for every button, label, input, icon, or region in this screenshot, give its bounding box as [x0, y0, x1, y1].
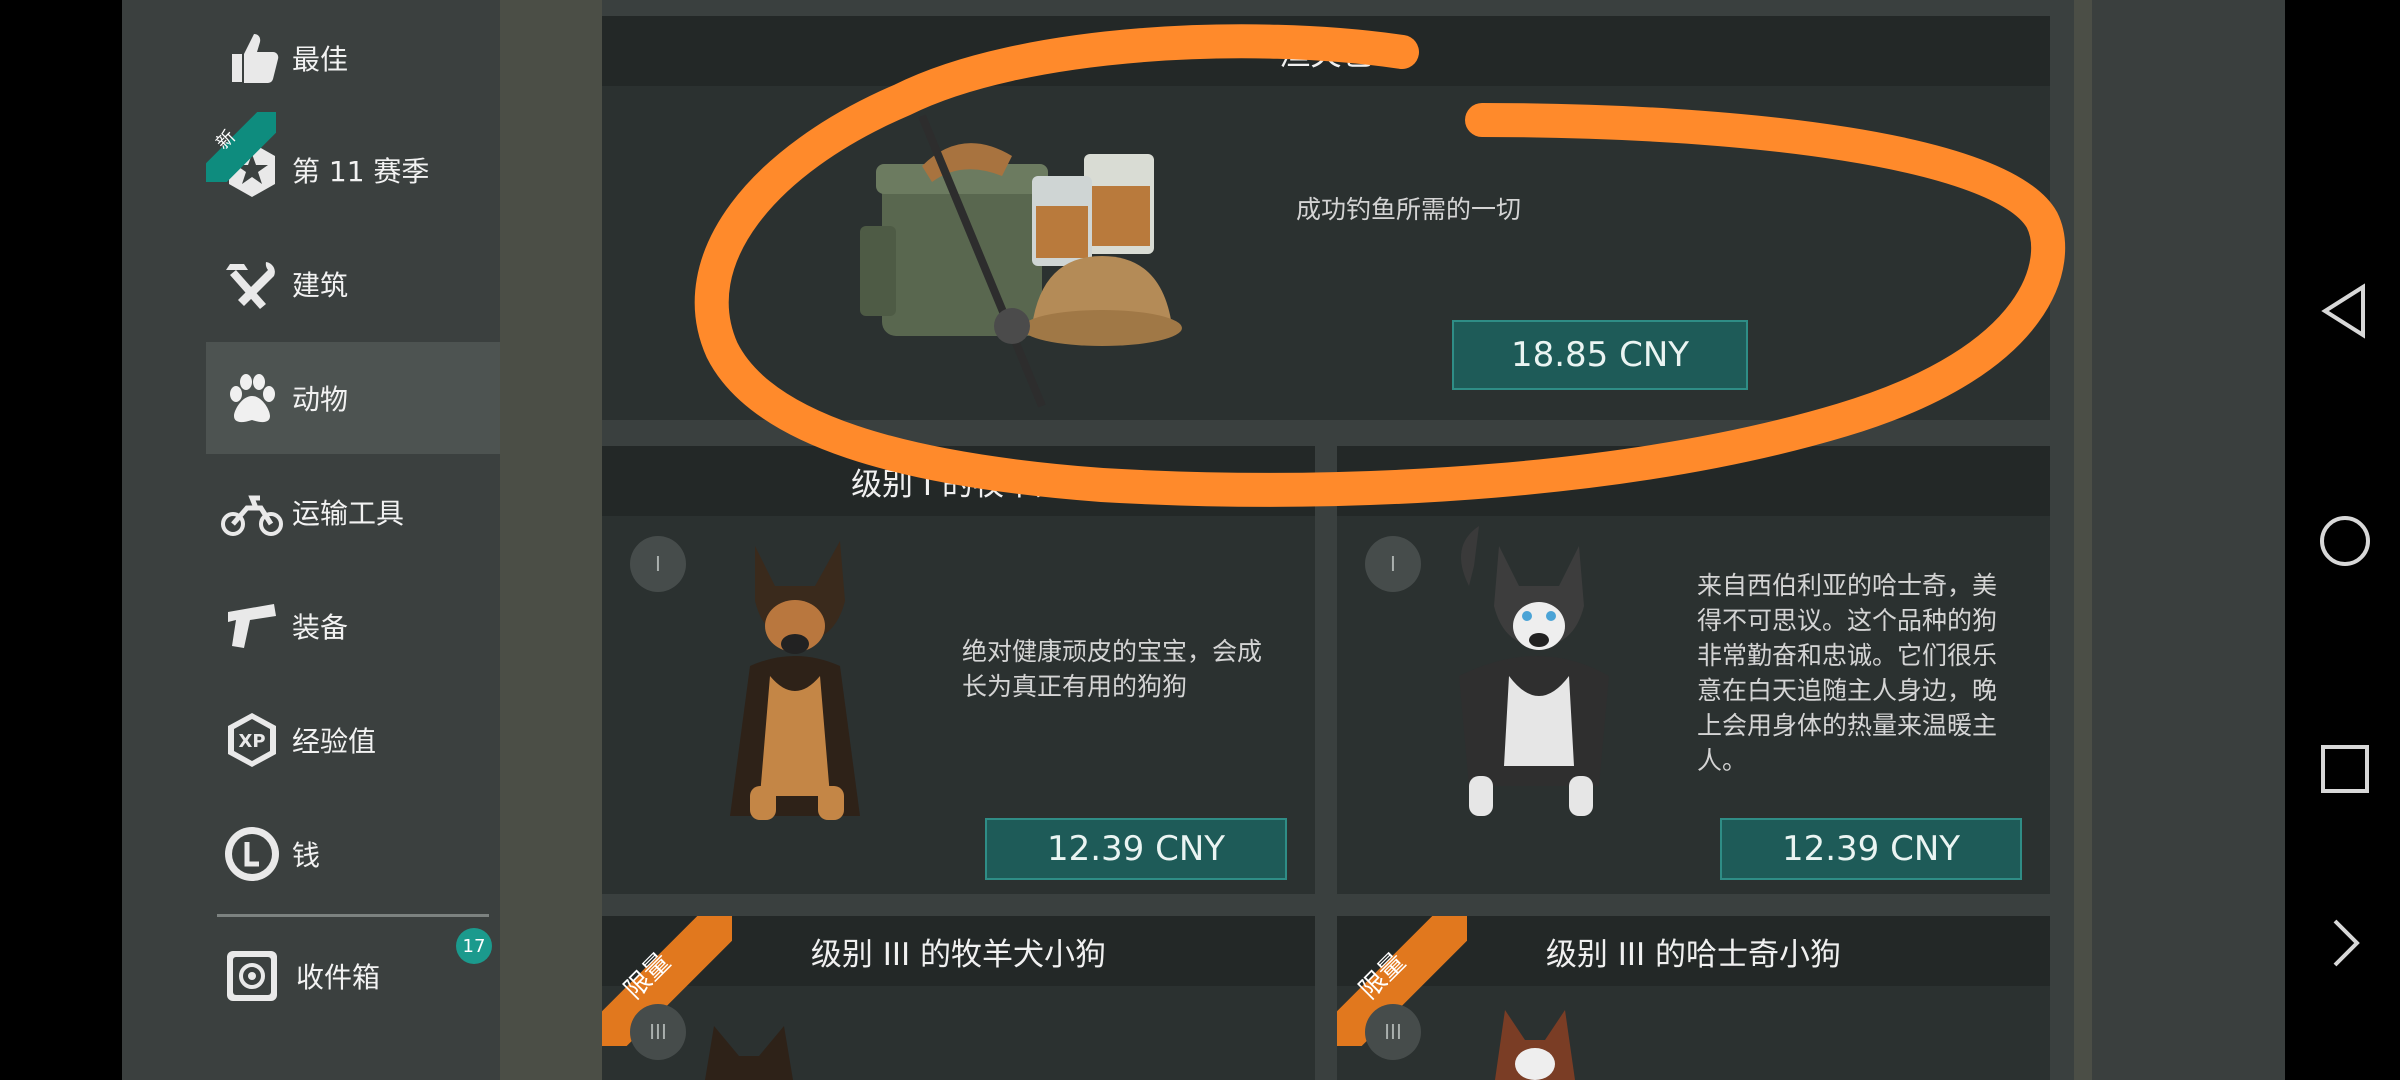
recents-nav-icon[interactable]: [2290, 714, 2400, 824]
chevron-right-icon[interactable]: [2290, 888, 2400, 998]
home-nav-icon[interactable]: [2290, 486, 2400, 596]
app-screen: 最佳 第 11 赛季 新 建筑 动物 运输工具 装备 XP 经验值 钱 收件箱 …: [122, 0, 2285, 1080]
back-nav-icon[interactable]: [2290, 256, 2400, 366]
orange-annotation-loop: [694, 24, 2066, 507]
